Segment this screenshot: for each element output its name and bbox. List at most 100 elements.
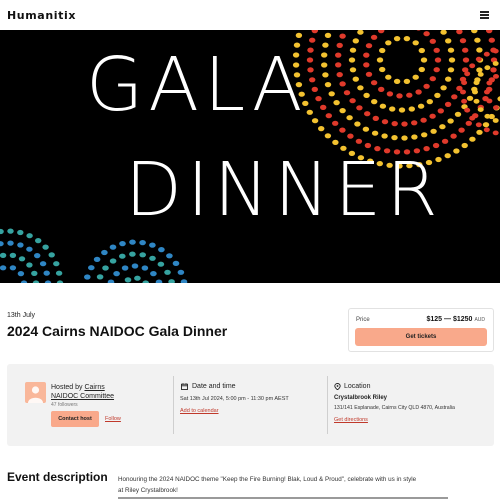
decorative-dot: [483, 51, 490, 57]
divider: [173, 376, 174, 434]
decorative-dot: [35, 238, 42, 244]
decorative-dot: [325, 113, 332, 119]
decorative-dot: [42, 244, 49, 250]
decorative-dot: [150, 271, 157, 277]
decorative-dot: [418, 47, 425, 54]
decorative-dot: [420, 117, 427, 123]
decorative-dot: [493, 105, 499, 110]
decorative-dot: [483, 127, 490, 133]
add-to-calendar-link[interactable]: Add to calendar: [180, 408, 219, 414]
decorative-dot: [357, 30, 364, 35]
decorative-dot: [417, 103, 425, 109]
decorative-dot: [88, 265, 95, 271]
decorative-dot: [385, 74, 392, 80]
decorative-dot: [492, 61, 499, 66]
decorative-dot: [477, 72, 484, 77]
decorative-dot: [307, 67, 314, 73]
get-tickets-button[interactable]: Get tickets: [355, 328, 487, 346]
price-range-value: $125 — $1250: [426, 316, 473, 323]
decorative-dot: [322, 72, 329, 78]
decorative-dot: [306, 57, 314, 63]
decorative-dot: [378, 30, 385, 34]
decorative-dot: [336, 72, 343, 78]
decorative-dot: [412, 40, 419, 46]
decorative-dot: [164, 269, 171, 275]
price-currency: AUD: [474, 317, 485, 323]
decorative-dot: [486, 30, 493, 34]
decorative-dot: [429, 38, 436, 44]
decorative-dot: [7, 240, 14, 246]
hosted-by-prefix: Hosted by: [51, 384, 83, 391]
decorative-dot: [456, 30, 463, 35]
decorative-dot: [32, 280, 40, 283]
decorative-dot: [421, 132, 428, 138]
decorative-dot: [93, 256, 101, 262]
decorative-dot: [355, 138, 363, 144]
decorative-dot: [386, 91, 394, 97]
decorative-dot: [437, 108, 444, 114]
decorative-dot: [141, 265, 149, 271]
decorative-dot: [429, 76, 436, 82]
decorative-dot: [9, 265, 17, 271]
humanitix-logo[interactable]: Humanitix: [7, 9, 76, 22]
decorative-dot: [445, 38, 452, 44]
decorative-dot: [440, 30, 447, 35]
get-directions-link[interactable]: Get directions: [334, 417, 368, 423]
decorative-dot: [486, 80, 493, 86]
decorative-dot: [166, 253, 173, 259]
decorative-dot: [168, 279, 175, 283]
decorative-dot: [336, 42, 343, 48]
decorative-dot: [447, 118, 454, 124]
decorative-dot: [430, 128, 437, 134]
decorative-dot: [155, 279, 163, 283]
decorative-dot: [396, 93, 403, 99]
follow-link[interactable]: Follow: [105, 416, 121, 422]
decorative-dot: [343, 90, 351, 96]
decorative-dot: [315, 96, 322, 102]
venue-name: Crystalbrook Riley: [334, 395, 388, 401]
decorative-dot: [7, 228, 14, 234]
decorative-dot: [416, 30, 421, 31]
location-title: Location: [344, 383, 371, 390]
decorative-dot: [332, 120, 339, 126]
decorative-dot: [450, 133, 457, 139]
top-bar: Humanitix: [0, 0, 500, 30]
decorative-dot: [352, 76, 359, 82]
event-date: 13th July: [7, 312, 36, 319]
decorative-dot: [441, 138, 449, 144]
decorative-dot: [461, 142, 468, 149]
decorative-dot: [476, 47, 483, 53]
decorative-dot: [461, 98, 468, 104]
decorative-dot: [492, 48, 499, 54]
map-pin-icon: [334, 383, 341, 390]
decorative-dot: [129, 251, 136, 257]
decorative-dot: [454, 111, 462, 117]
decorative-dot: [426, 99, 433, 105]
decorative-dot: [448, 57, 456, 63]
decorative-dot: [423, 31, 430, 37]
decorative-dot: [180, 279, 188, 283]
decorative-dot: [362, 126, 370, 132]
decorative-dot: [490, 67, 497, 73]
decorative-dot: [324, 82, 332, 88]
decorative-dot: [434, 92, 441, 98]
host-name-line2: NAIDOC Committee: [51, 393, 115, 400]
decorative-dot: [17, 271, 25, 277]
decorative-dot: [372, 115, 379, 121]
decorative-dot: [53, 261, 60, 267]
hosted-by-text: Hosted by Cairns NAIDOC Committee: [51, 383, 131, 401]
follower-count: 47 followers: [51, 402, 78, 408]
decorative-dot: [476, 67, 483, 73]
decorative-dot: [9, 252, 17, 258]
host-avatar[interactable]: [25, 382, 46, 403]
decorative-dot: [460, 89, 466, 95]
hamburger-menu-icon[interactable]: [480, 11, 489, 19]
decorative-dot: [101, 249, 108, 256]
decorative-dot: [131, 263, 139, 269]
decorative-dot: [473, 80, 480, 86]
decorative-dot: [393, 78, 401, 84]
banner-title-gala: GALA: [86, 42, 308, 128]
decorative-dot: [320, 104, 327, 110]
contact-host-button[interactable]: Contact host: [51, 411, 99, 427]
decorative-dot: [408, 106, 415, 112]
